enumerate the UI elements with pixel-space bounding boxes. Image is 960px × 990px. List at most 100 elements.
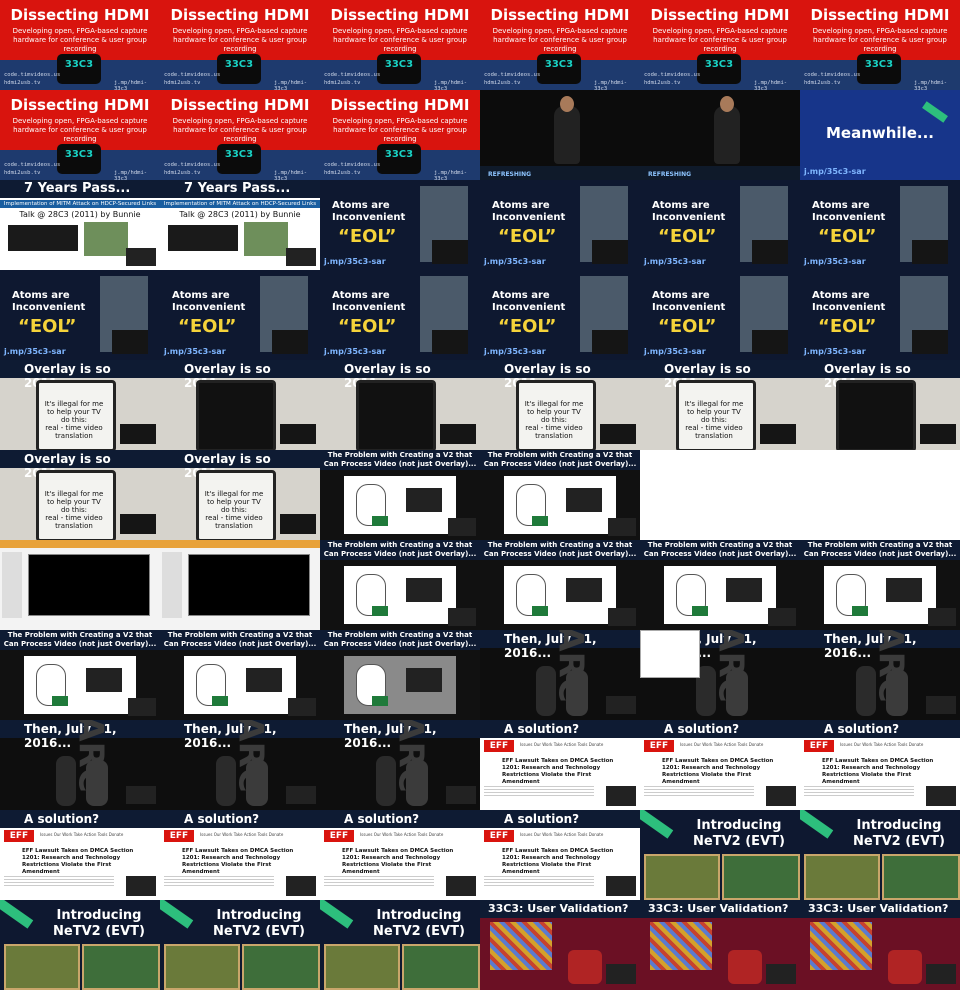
slide-title: Introducing NeTV2 (EVT): [204, 908, 314, 940]
url-left2: hdmi2usb.tv: [804, 80, 841, 86]
person-2: [726, 670, 748, 716]
person-1: [376, 756, 396, 806]
overlay-slide-dark: Overlay is so 2011...: [160, 360, 320, 450]
eff-logo: EFF: [164, 830, 194, 842]
url-left2: hdmi2usb.tv: [4, 80, 41, 86]
ccc-logo: 33C3: [217, 144, 261, 174]
blank-frame: [640, 450, 800, 540]
title-line-1: Introducing: [216, 908, 302, 923]
line-2: Inconvenient: [812, 212, 886, 223]
line-1: Atoms are: [172, 290, 230, 301]
speaker-camera: [120, 424, 156, 444]
ccc-logo: 33C3: [377, 144, 421, 174]
eol-text: “EOL”: [818, 316, 877, 337]
hdmi-title-slide: Dissecting HDMI Developing open, FPGA-ba…: [320, 90, 480, 180]
slide-title: Dissecting HDMI: [10, 96, 150, 114]
url-right: j.mp/hdmi-33c3: [274, 80, 308, 90]
july-2016-slide: Then, July 21, 2016... ARC: [320, 720, 480, 810]
title-line-2: NeTV2 (EVT): [693, 834, 785, 849]
title-bar: A solution?: [480, 810, 640, 828]
v2-problem-slide: The Problem with Creating a V2 that Can …: [800, 540, 960, 630]
title-line-1: Introducing: [376, 908, 462, 923]
slide-text: Atoms are Inconvenient: [652, 290, 725, 314]
v2-problem-slide: The Problem with Creating a V2 that Can …: [320, 540, 480, 630]
slide-title: The Problem with Creating a V2 that Can …: [323, 541, 477, 558]
board-photo-1: [804, 854, 880, 900]
slide-subtitle: Implementation of MITM Attack on HDCP-Se…: [0, 200, 160, 208]
slide-text: Atoms are Inconvenient: [492, 200, 565, 224]
solution-slide: A solution? EFF Issues Our Work Take Act…: [320, 810, 480, 900]
slide-title: A solution?: [824, 722, 900, 736]
screen-drawing: [406, 578, 442, 602]
url-right: j.mp/hdmi-33c3: [114, 170, 148, 180]
hdmi-title-slide: Dissecting HDMI Developing open, FPGA-ba…: [800, 0, 960, 90]
speaker-camera: [446, 876, 476, 896]
netv2-slide: Introducing NeTV2 (EVT): [800, 810, 960, 900]
title-bar: 7 Years Pass...: [160, 180, 320, 198]
title-bar: Overlay is so 2011...: [0, 450, 160, 480]
url-right: j.mp/hdmi-33c3: [434, 170, 468, 180]
title-line-2: NeTV2 (EVT): [853, 834, 945, 849]
line-2: Inconvenient: [172, 302, 246, 313]
solution-slide: A solution? EFF Issues Our Work Take Act…: [480, 720, 640, 810]
phone-text-1: It's illegal for me to help your TV do t…: [44, 490, 104, 514]
ccc-logo: 33C3: [57, 54, 101, 84]
speaker-camera: [912, 240, 948, 264]
phone-photo: [356, 380, 436, 450]
atoms-eol-slide: Atoms are Inconvenient “EOL” j.mp/35c3-sa…: [320, 180, 480, 270]
article-title: EFF Lawsuit Takes on DMCA Section 1201: …: [182, 848, 294, 875]
title-line-2: NeTV2 (EVT): [373, 924, 465, 939]
speaker-camera: [280, 514, 316, 534]
slide-text: Atoms are Inconvenient: [332, 290, 405, 314]
line-2: Inconvenient: [12, 302, 86, 313]
cup-photo: [568, 950, 602, 984]
accent-stripe: [0, 900, 34, 929]
slide-url: j.mp/35c3-sar: [164, 347, 226, 356]
slide-title: Dissecting HDMI: [330, 6, 470, 24]
phone-text-2: real - time video translation: [205, 514, 263, 530]
slide-text: Atoms are Inconvenient: [812, 290, 885, 314]
phone-text-1: It's illegal for me to help your TV do t…: [524, 400, 584, 424]
netv2-slide: Introducing NeTV2 (EVT): [640, 810, 800, 900]
slide-title: The Problem with Creating a V2 that Can …: [3, 631, 157, 648]
url-left: code.timvideos.us: [324, 72, 381, 78]
solution-slide: A solution? EFF Issues Our Work Take Act…: [800, 720, 960, 810]
slide-title: The Problem with Creating a V2 that Can …: [803, 541, 957, 558]
slide-text: Atoms are Inconvenient: [652, 200, 725, 224]
slide-title: Introducing NeTV2 (EVT): [44, 908, 154, 940]
phone-text-1: It's illegal for me to help your TV do t…: [684, 400, 744, 424]
solution-slide: A solution? EFF Issues Our Work Take Act…: [640, 720, 800, 810]
eol-text: “EOL”: [498, 316, 557, 337]
title-bar: The Problem with Creating a V2 that Can …: [800, 540, 960, 560]
slide-title: A solution?: [24, 812, 100, 826]
slide-subtitle: Developing open, FPGA-based capture hard…: [332, 117, 468, 143]
site-nav: Issues Our Work Take Action Tools Donate: [840, 742, 924, 747]
v2-problem-slide-dim: The Problem with Creating a V2 that Can …: [320, 630, 480, 720]
solution-slide: A solution? EFF Issues Our Work Take Act…: [0, 810, 160, 900]
person-2: [246, 760, 268, 806]
title-bar: The Problem with Creating a V2 that Can …: [320, 630, 480, 650]
board-drawing: [852, 606, 868, 616]
blank-frame: [800, 450, 960, 540]
screen-drawing: [406, 488, 442, 512]
meanwhile-slide: Meanwhile... j.mp/35c3-sar: [800, 90, 960, 180]
site-nav: Issues Our Work Take Action Tools Donate: [680, 742, 764, 747]
board-drawing: [532, 516, 548, 526]
article-title: EFF Lawsuit Takes on DMCA Section 1201: …: [502, 758, 614, 785]
overlay-slide: Overlay is so 2011... It's illegal for m…: [0, 360, 160, 450]
slide-url: j.mp/35c3-sar: [484, 347, 546, 356]
person-1: [56, 756, 76, 806]
overlay-slide: Overlay is so 2011... It's illegal for m…: [640, 360, 800, 450]
title-bar: Overlay is so 2011...: [0, 360, 160, 390]
speaker-camera: [768, 608, 796, 626]
screen-drawing: [566, 578, 602, 602]
hdmi-title-slide: Dissecting HDMI Developing open, FPGA-ba…: [320, 0, 480, 90]
url-right: j.mp/hdmi-33c3: [914, 80, 948, 90]
slide-url: j.mp/35c3-sar: [324, 257, 386, 266]
phone-text-1: It's illegal for me to help your TV do t…: [204, 490, 264, 514]
slide-text: Atoms are Inconvenient: [172, 290, 245, 314]
atoms-eol-slide: Atoms are Inconvenient “EOL” j.mp/35c3-sa…: [320, 270, 480, 360]
speaker-camera: [752, 240, 788, 264]
url-left: code.timvideos.us: [804, 72, 861, 78]
title-bar: A solution?: [800, 720, 960, 738]
